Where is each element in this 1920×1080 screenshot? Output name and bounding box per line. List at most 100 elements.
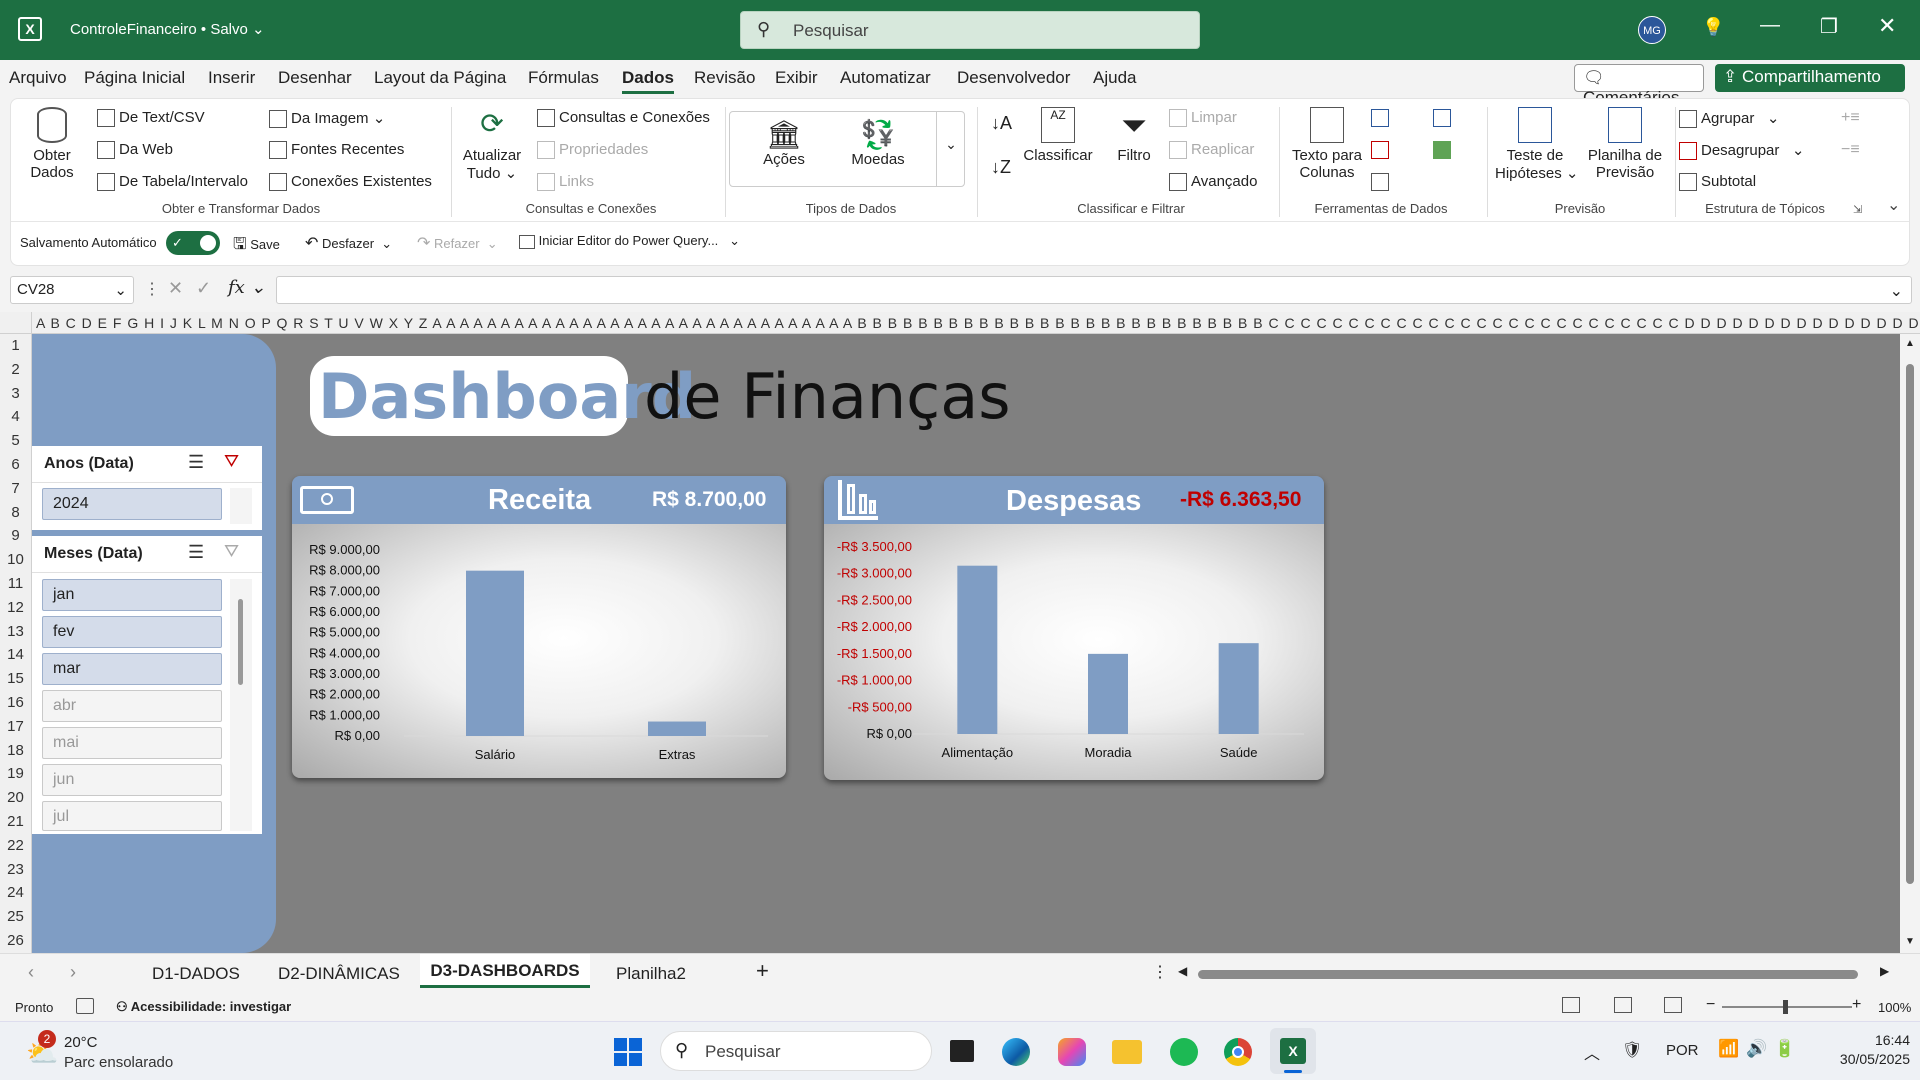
slicer-item-mai[interactable]: mai [42, 727, 222, 759]
flash-fill-icon[interactable] [1371, 109, 1389, 127]
limpar-button[interactable]: Limpar [1169, 109, 1237, 128]
da-imagem-button[interactable]: Da Imagem ⌄ [269, 109, 385, 129]
filtro-button[interactable]: ⏷ Filtro [1109, 107, 1159, 164]
windows-start-icon[interactable] [614, 1038, 642, 1066]
data-model-icon[interactable] [1433, 141, 1451, 159]
tab-ajuda[interactable]: Ajuda [1093, 68, 1136, 88]
search-box[interactable]: ⚲ Pesquisar [740, 11, 1200, 49]
sheet-tab-planilha2[interactable]: Planilha2 [616, 964, 686, 984]
row-header[interactable]: 25 [0, 908, 31, 925]
edge-icon[interactable] [1002, 1038, 1030, 1066]
tab-dados[interactable]: Dados [622, 68, 674, 94]
taskbar-search[interactable]: ⚲ Pesquisar [660, 1031, 932, 1071]
comments-button[interactable]: 🗨 Comentários [1574, 64, 1704, 107]
tab-arquivo[interactable]: Arquivo [9, 68, 67, 88]
planilha-previsao-button[interactable]: Planilha de Previsão [1585, 107, 1665, 181]
slicer-item-jan[interactable]: jan [42, 579, 222, 611]
data-types-gallery[interactable]: 🏛 Ações 💱 Moedas ⌄ [729, 111, 965, 187]
volume-icon[interactable]: 🔊 [1746, 1039, 1767, 1059]
tab-desenvolvedor[interactable]: Desenvolvedor [957, 68, 1070, 88]
row-header[interactable]: 7 [0, 480, 31, 497]
row-header[interactable]: 4 [0, 408, 31, 425]
row-header[interactable]: 16 [0, 694, 31, 711]
slicer-item-fev[interactable]: fev [42, 616, 222, 648]
desagrupar-button[interactable]: Desagrupar ⌄ [1679, 141, 1804, 161]
name-box[interactable]: CV28 ⌄ [10, 276, 134, 304]
scrollbar-thumb[interactable] [238, 599, 243, 685]
slicer-item-jul[interactable]: jul [42, 801, 222, 831]
undo-button[interactable]: ↶ Desfazer ⌄ [305, 233, 392, 253]
restore-button[interactable]: ❐ [1820, 14, 1838, 39]
tab-inserir[interactable]: Inserir [208, 68, 255, 88]
close-button[interactable]: ✕ [1878, 13, 1896, 39]
lightbulb-icon[interactable]: 💡 [1702, 17, 1724, 38]
row-header[interactable]: 20 [0, 789, 31, 806]
sheet-tab-d1-dados[interactable]: D1-DADOS [152, 964, 240, 984]
row-header[interactable]: 9 [0, 527, 31, 544]
user-avatar[interactable]: MG [1638, 16, 1666, 44]
horizontal-scrollbar-thumb[interactable] [1198, 970, 1858, 979]
row-header[interactable]: 1 [0, 337, 31, 354]
slicer-item-mar[interactable]: mar [42, 653, 222, 685]
horizontal-scrollbar[interactable]: ◀ ▶ [1178, 964, 1894, 984]
excel-logo-icon[interactable]: X [18, 17, 42, 41]
add-sheet-button[interactable]: + [756, 958, 769, 984]
accessibility-status[interactable]: ⚇ Acessibilidade: investigar [116, 999, 291, 1015]
row-header[interactable]: 11 [0, 575, 31, 592]
scroll-down-icon[interactable]: ▼ [1905, 936, 1915, 947]
scroll-up-icon[interactable]: ▲ [1905, 338, 1915, 349]
de-tabela-button[interactable]: De Tabela/Intervalo [97, 173, 248, 192]
tab-revisao[interactable]: Revisão [694, 68, 755, 88]
da-web-button[interactable]: Da Web [97, 141, 173, 160]
hide-detail-icon[interactable]: −≡ [1841, 141, 1860, 159]
moedas-button[interactable]: 💱 Moedas [848, 118, 908, 168]
row-header[interactable]: 15 [0, 670, 31, 687]
zoom-slider[interactable] [1722, 1000, 1852, 1014]
clear-filter-icon[interactable]: ⛛ [224, 451, 239, 472]
links-button[interactable]: Links [537, 173, 594, 192]
zoom-level[interactable]: 100% [1878, 1000, 1911, 1015]
gallery-expand-button[interactable]: ⌄ [936, 112, 965, 186]
propriedades-button[interactable]: Propriedades [537, 141, 648, 160]
minimize-button[interactable]: — [1760, 14, 1780, 37]
copilot-icon[interactable] [1058, 1038, 1086, 1066]
remove-duplicates-icon[interactable] [1371, 141, 1389, 159]
battery-icon[interactable]: 🔋 [1774, 1039, 1795, 1059]
file-title[interactable]: ControleFinanceiro • Salvo ⌄ [70, 20, 265, 38]
more-options-icon[interactable]: ⋮ [144, 279, 160, 299]
share-button[interactable]: ⇪ Compartilhamento ⌄ [1715, 64, 1905, 106]
sheet-tab-d2-dinamicas[interactable]: D2-DINÂMICAS [278, 964, 400, 984]
data-validation-icon[interactable] [1371, 173, 1389, 191]
reaplicar-button[interactable]: Reaplicar [1169, 141, 1254, 160]
expand-formula-icon[interactable]: ⌄ [1890, 281, 1903, 301]
slicer-scrollbar[interactable] [230, 579, 252, 831]
agrupar-button[interactable]: Agrupar ⌄ [1679, 109, 1779, 129]
insert-function-button[interactable]: fx ⌄ [228, 277, 266, 298]
tab-exibir[interactable]: Exibir [775, 68, 818, 88]
row-header[interactable]: 12 [0, 599, 31, 616]
file-explorer-icon[interactable] [1112, 1040, 1142, 1064]
save-button[interactable]: 🖫 Save [233, 233, 280, 260]
slicer-item-2024[interactable]: 2024 [42, 488, 222, 520]
conexoes-existentes-button[interactable]: Conexões Existentes [269, 173, 432, 192]
obter-dados-button[interactable]: Obter Dados [27, 107, 77, 181]
classificar-button[interactable]: AZ Classificar [1023, 107, 1093, 164]
enter-icon[interactable]: ✓ [196, 278, 211, 299]
consultas-conexoes-button[interactable]: Consultas e Conexões [537, 109, 710, 128]
macro-record-icon[interactable] [76, 998, 94, 1014]
worksheet-grid[interactable]: A B C D E F G H I J K L M N O P Q R S T … [0, 312, 1920, 953]
fontes-recentes-button[interactable]: Fontes Recentes [269, 141, 404, 160]
row-header[interactable]: 6 [0, 456, 31, 473]
zoom-in-button[interactable]: + [1852, 996, 1861, 1014]
slicer-scrollbar[interactable] [230, 488, 252, 524]
tab-automatizar[interactable]: Automatizar [840, 68, 931, 88]
bar-salário[interactable] [466, 570, 524, 736]
tab-layout[interactable]: Layout da Página [374, 68, 506, 88]
row-header[interactable]: 8 [0, 504, 31, 521]
normal-view-icon[interactable] [1562, 997, 1580, 1013]
tab-desenhar[interactable]: Desenhar [278, 68, 352, 88]
vertical-scrollbar[interactable]: ▲ ▼ [1900, 334, 1920, 953]
defender-icon[interactable]: 🛡 [1622, 1040, 1642, 1060]
row-header[interactable]: 5 [0, 432, 31, 449]
formula-input[interactable]: ⌄ [276, 276, 1912, 304]
